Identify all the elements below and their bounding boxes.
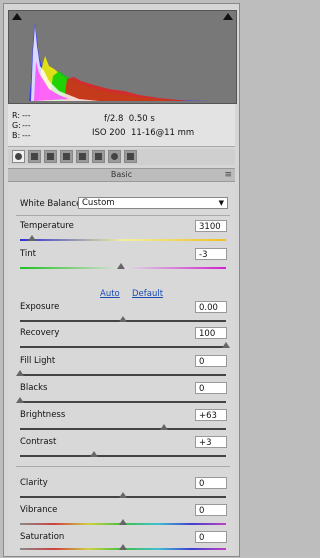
b-label: B:	[12, 131, 21, 140]
hsl-tab-icon[interactable]	[60, 150, 73, 163]
divider	[16, 215, 230, 216]
iso-value: ISO 200	[92, 128, 126, 138]
tone-curve-tab-icon[interactable]	[28, 150, 41, 163]
brightness-label: Brightness	[20, 410, 66, 420]
saturation-input[interactable]: 0	[195, 531, 227, 543]
panel-tab-bar	[8, 149, 235, 165]
readout-area: R: --- G:--- B: --- f/2.8 0.50 s ISO 200 1…	[8, 104, 235, 147]
exposure-slider[interactable]	[20, 316, 226, 322]
vibrance-input[interactable]: 0	[195, 504, 227, 516]
exposure-input[interactable]: 0.00	[195, 301, 227, 313]
histogram	[8, 10, 237, 104]
r-value: ---	[22, 111, 31, 120]
fill-light-input[interactable]: 0	[195, 355, 227, 367]
basic-panel-content: White Balance: Custom ▼ Temperature 3100…	[8, 182, 235, 554]
b-value: ---	[22, 131, 31, 140]
clarity-input[interactable]: 0	[195, 477, 227, 489]
presets-tab-icon[interactable]	[124, 150, 137, 163]
recovery-label: Recovery	[20, 328, 60, 338]
clarity-slider[interactable]	[20, 492, 226, 498]
tint-slider[interactable]	[20, 263, 226, 269]
fill-light-thumb[interactable]	[16, 370, 24, 376]
temperature-thumb[interactable]	[28, 235, 37, 241]
clarity-thumb[interactable]	[119, 492, 127, 498]
r-label: R:	[12, 111, 21, 120]
clarity-label: Clarity	[20, 478, 48, 488]
blacks-input[interactable]: 0	[195, 382, 227, 394]
temperature-input[interactable]: 3100	[195, 220, 227, 232]
lens-corrections-tab-icon[interactable]	[92, 150, 105, 163]
tint-input[interactable]: -3	[195, 248, 227, 260]
divider	[16, 466, 230, 467]
saturation-thumb[interactable]	[119, 544, 127, 550]
auto-link[interactable]: Auto	[100, 289, 120, 299]
blacks-thumb[interactable]	[16, 397, 24, 403]
tint-thumb[interactable]	[116, 263, 125, 269]
histogram-graph	[29, 23, 209, 101]
white-balance-value: Custom	[82, 198, 115, 208]
brightness-thumb[interactable]	[160, 424, 169, 430]
detail-tab-icon[interactable]	[44, 150, 57, 163]
vibrance-slider[interactable]	[20, 519, 226, 525]
lens-value: 11-16@11 mm	[130, 128, 195, 138]
g-value: ---	[22, 121, 31, 130]
split-toning-tab-icon[interactable]	[76, 150, 89, 163]
brightness-slider[interactable]	[20, 424, 226, 430]
brightness-input[interactable]: +63	[195, 409, 227, 421]
basic-tab-icon[interactable]	[12, 150, 25, 163]
white-balance-label: White Balance:	[20, 199, 85, 209]
exposure-thumb[interactable]	[119, 316, 127, 322]
temperature-slider[interactable]	[20, 235, 226, 241]
camera-raw-panel: R: --- G:--- B: --- f/2.8 0.50 s ISO 200 1…	[3, 3, 240, 557]
temperature-label: Temperature	[20, 221, 74, 231]
fill-light-label: Fill Light	[20, 356, 56, 366]
white-balance-dropdown[interactable]: Custom ▼	[78, 197, 228, 209]
camera-calibration-tab-icon[interactable]	[108, 150, 121, 163]
contrast-slider[interactable]	[20, 451, 226, 457]
chevron-down-icon: ▼	[218, 199, 224, 207]
recovery-input[interactable]: 100	[195, 327, 227, 339]
g-label: G:	[12, 121, 21, 130]
panel-title: Basic	[110, 170, 133, 179]
saturation-slider[interactable]	[20, 544, 226, 550]
shutter-value: 0.50 s	[128, 114, 155, 124]
blacks-slider[interactable]	[16, 397, 226, 403]
contrast-thumb[interactable]	[90, 451, 99, 457]
fill-light-slider[interactable]	[16, 370, 226, 376]
tint-label: Tint	[20, 249, 37, 259]
vibrance-label: Vibrance	[20, 505, 58, 515]
exif-info: f/2.8 0.50 s ISO 200 11-16@11 mm	[92, 112, 194, 140]
recovery-slider[interactable]	[20, 342, 230, 348]
default-link[interactable]: Default	[132, 289, 163, 299]
saturation-label: Saturation	[20, 532, 65, 542]
contrast-label: Contrast	[20, 437, 57, 447]
contrast-input[interactable]: +3	[195, 436, 227, 448]
recovery-thumb[interactable]	[222, 342, 230, 348]
panel-header: Basic ≡	[8, 168, 235, 182]
aperture-value: f/2.8	[104, 114, 124, 124]
blacks-label: Blacks	[20, 383, 48, 393]
exposure-label: Exposure	[20, 302, 60, 312]
vibrance-thumb[interactable]	[119, 519, 127, 525]
panel-menu-icon[interactable]: ≡	[224, 169, 232, 181]
rgb-readout: R: --- G:--- B: ---	[12, 111, 32, 141]
